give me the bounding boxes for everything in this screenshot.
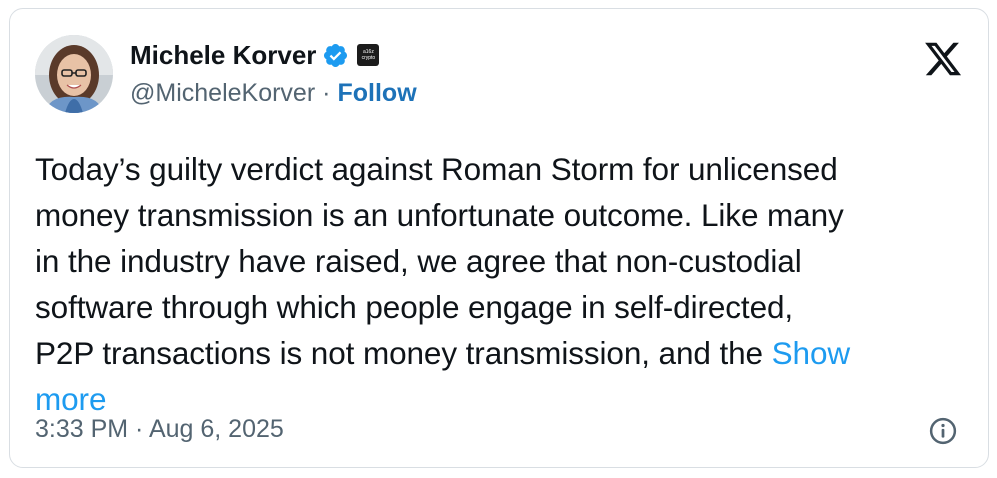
tweet-text-line: in the industry have raised, we agree th… [35, 243, 802, 279]
tweet-text-line: Today’s guilty verdict against Roman Sto… [35, 151, 838, 187]
tweet-text-fragment: P2P transactions is not money transmissi… [35, 335, 772, 371]
tweet-text-line: money transmission is an unfortunate out… [35, 197, 844, 233]
tweet-text: Today’s guilty verdict against Roman Sto… [35, 146, 975, 422]
show-more-link-continued[interactable]: more [35, 381, 106, 417]
follow-button[interactable]: Follow [337, 79, 416, 108]
separator-dot: · [322, 79, 331, 107]
tweet-text-line: software through which people engage in … [35, 289, 794, 325]
display-name[interactable]: Michele Korver [130, 40, 316, 71]
author-handle-row: @MicheleKorver · Follow [130, 79, 417, 108]
affiliate-badge[interactable]: a16z crypto [357, 44, 380, 66]
x-logo-icon[interactable] [923, 39, 963, 79]
profile-photo [35, 35, 113, 113]
info-icon[interactable] [928, 416, 958, 446]
author-name-row: Michele Korver a16z crypto [130, 38, 380, 72]
author-handle[interactable]: @MicheleKorver [130, 79, 315, 108]
tweet-card[interactable]: Michele Korver a16z crypto @MicheleKorve… [9, 8, 989, 468]
affiliate-badge-line2: crypto [361, 55, 376, 61]
verified-badge-icon[interactable] [322, 42, 349, 69]
tweet-timestamp[interactable]: 3:33 PM · Aug 6, 2025 [35, 415, 284, 444]
avatar[interactable] [35, 35, 113, 113]
show-more-link[interactable]: Show [772, 335, 851, 371]
tweet-text-line: P2P transactions is not money transmissi… [35, 330, 975, 376]
